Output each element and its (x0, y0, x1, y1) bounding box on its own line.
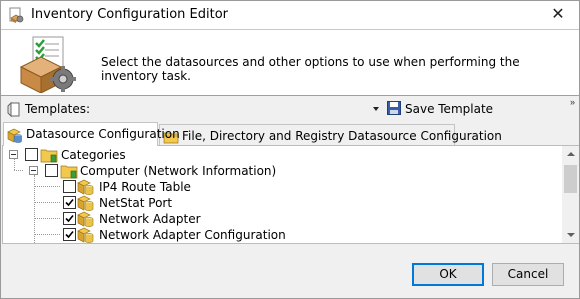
scrollbar-thumb[interactable] (564, 165, 577, 193)
tree-node-categories[interactable]: Categories (3, 147, 563, 163)
inventory-box-gear-icon (19, 36, 76, 93)
tree-node-computer-network[interactable]: Computer (Network Information) (3, 163, 563, 179)
computer-network-checkbox[interactable] (45, 164, 58, 177)
ok-button[interactable]: OK (412, 263, 484, 286)
cancel-button[interactable]: Cancel (492, 263, 564, 286)
folder-icon (40, 149, 58, 163)
tree-node-ip4-route-table[interactable]: IP4 Route Table (3, 179, 563, 195)
tab-strip: Datasource Configuration File, Directory… (1, 122, 579, 146)
tab-datasource-configuration[interactable]: Datasource Configuration (3, 122, 180, 146)
tab-label: File, Directory and Registry Datasource … (182, 129, 502, 143)
collapse-icon[interactable] (29, 166, 38, 175)
ip4-route-table-checkbox[interactable] (63, 180, 76, 193)
scroll-down-icon[interactable] (562, 226, 579, 243)
window-title: Inventory Configuration Editor (31, 7, 228, 22)
network-adapter-configuration-checkbox[interactable] (63, 228, 76, 241)
datasource-cylinder-icon (77, 227, 94, 243)
datasource-cylinder-icon (77, 195, 94, 211)
tree-node-label: Computer (Network Information) (80, 164, 277, 178)
header-banner: Select the datasources and other options… (1, 29, 579, 96)
tree-node-label: Network Adapter (99, 212, 201, 226)
tree-node-label: IP4 Route Table (99, 180, 191, 194)
chevron-down-icon (373, 107, 379, 111)
tab-label: Datasource Configuration (26, 127, 180, 141)
inventory-config-icon (9, 7, 24, 23)
network-adapter-checkbox[interactable] (63, 212, 76, 225)
tree-node-network-adapter[interactable]: Network Adapter (3, 211, 563, 227)
datasource-cylinder-icon (7, 128, 22, 143)
checkmark-icon (65, 230, 74, 239)
scroll-up-icon[interactable] (562, 146, 579, 163)
collapse-icon[interactable] (9, 150, 18, 159)
datasource-cylinder-icon (77, 211, 94, 227)
vertical-scrollbar[interactable] (562, 146, 579, 243)
inventory-config-window: Inventory Configuration Editor ✕ Select … (0, 0, 580, 299)
tree-node-label: NetStat Port (99, 196, 173, 210)
datasource-cylinder-icon (77, 179, 94, 195)
checkmark-icon (65, 214, 74, 223)
tree-node-label: Categories (61, 148, 126, 162)
header-description: Select the datasources and other options… (101, 55, 520, 83)
tree-node-network-adapter-configuration[interactable]: Network Adapter Configuration (3, 227, 563, 243)
save-template-button[interactable]: Save Template (387, 100, 497, 120)
toolbar-overflow-icon[interactable]: » (570, 97, 575, 107)
tab-file-directory-registry[interactable]: File, Directory and Registry Datasource … (159, 124, 502, 146)
templates-toolbar: Templates: Save Template » (1, 97, 579, 122)
templates-label: Templates: (25, 102, 91, 116)
template-icon (7, 101, 20, 118)
close-button[interactable]: ✕ (545, 3, 571, 27)
folder-icon (60, 165, 78, 179)
templates-dropdown[interactable] (103, 100, 381, 120)
close-icon: ✕ (551, 6, 565, 23)
floppy-disk-icon (387, 101, 401, 115)
tree-node-netstat-port[interactable]: NetStat Port (3, 195, 563, 211)
checkmark-icon (65, 198, 74, 207)
categories-checkbox[interactable] (25, 148, 38, 161)
datasource-tree[interactable]: Categories Computer (Network Information… (2, 145, 579, 244)
tree-node-label: Network Adapter Configuration (99, 228, 286, 242)
save-template-label: Save Template (405, 102, 494, 116)
netstat-port-checkbox[interactable] (63, 196, 76, 209)
title-bar: Inventory Configuration Editor ✕ (1, 1, 579, 29)
